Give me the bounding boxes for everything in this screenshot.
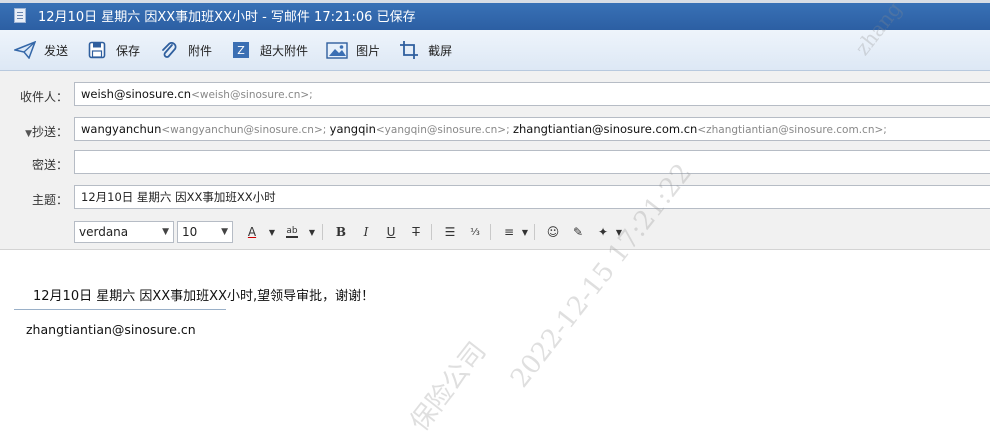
font-size-value: 10: [182, 225, 198, 239]
chevron-down-icon: ▼: [268, 227, 276, 237]
attach-button[interactable]: 附件: [158, 40, 212, 60]
window-title: 12月10日 星期六 因XX事加班XX小时 - 写邮件 17:21:06 已保存: [38, 9, 416, 25]
message-body-text: 12月10日 星期六 因XX事加班XX小时,望领导审批，谢谢！: [33, 289, 375, 304]
cc-label-wrap[interactable]: ▼抄送：: [0, 123, 68, 140]
cc-recipient-name[interactable]: zhangtiantian@sinosure.com.cn: [513, 122, 697, 136]
to-input[interactable]: weish@sinosure.cn<weish@sinosure.cn>;: [74, 82, 990, 106]
chevron-down-icon: ▼: [521, 227, 529, 237]
subject-row: 主题： 12月10日 星期六 因XX事加班XX小时: [0, 185, 990, 211]
magic-wand-icon: ✦: [597, 225, 609, 239]
to-label: 收件人：: [19, 90, 68, 104]
chevron-down-icon: ▼: [162, 227, 169, 237]
cc-recipient-name[interactable]: yangqin: [330, 122, 376, 136]
cc-expand-triangle-icon[interactable]: ▼: [25, 129, 32, 139]
cc-label: 抄送：: [31, 125, 68, 139]
bcc-label: 密送：: [31, 158, 68, 172]
chevron-down-icon: ▼: [615, 227, 623, 237]
svg-text:Z: Z: [237, 44, 245, 57]
numbered-list-button[interactable]: ⅓: [464, 221, 486, 243]
attach-label: 附件: [188, 43, 213, 58]
picture-icon: [326, 40, 348, 60]
highlight-color-button[interactable]: ab: [281, 221, 303, 243]
bcc-row: 密送：: [0, 150, 990, 176]
underline-icon: U: [386, 225, 396, 239]
align-icon: ≡: [503, 225, 515, 239]
format-painter-button[interactable]: ✎: [567, 221, 589, 243]
big-attachment-icon: Z: [230, 40, 252, 60]
bcc-input[interactable]: [74, 150, 990, 174]
cc-recipient-mail: <yangqin@sinosure.cn>;: [375, 124, 513, 136]
message-editor[interactable]: 12月10日 星期六 因XX事加班XX小时,望领导审批，谢谢！ zhangtia…: [0, 250, 990, 407]
big-attach-button[interactable]: Z 超大附件: [230, 40, 308, 60]
font-color-icon: A: [247, 225, 257, 239]
mail-header-fields: 收件人： weish@sinosure.cn<weish@sinosure.cn…: [0, 71, 990, 250]
bold-button[interactable]: B: [330, 221, 352, 243]
compose-toolbar: 发送 保存 附件 Z 超大附件 图片 截屏: [0, 30, 990, 71]
highlight-icon: ab: [286, 226, 298, 238]
font-size-select[interactable]: 10 ▼: [177, 221, 233, 243]
document-icon: [14, 7, 26, 23]
separator: [490, 224, 491, 240]
paper-plane-icon: [14, 40, 36, 60]
underline-button[interactable]: U: [380, 221, 402, 243]
font-family-value: verdana: [79, 225, 129, 239]
smiley-icon: ☺: [546, 225, 560, 239]
strikethrough-icon: T: [412, 225, 420, 239]
brush-icon: ✎: [572, 225, 584, 239]
separator: [534, 224, 535, 240]
align-button[interactable]: ≡: [498, 221, 520, 243]
more-tools-button[interactable]: ✦: [592, 221, 614, 243]
format-toolbar: verdana ▼ 10 ▼ A ▼ ab ▼ B I U T ☰ ⅓ ≡ ▼ ☺ …: [74, 219, 990, 245]
strikethrough-button[interactable]: T: [405, 221, 427, 243]
cc-recipient-mail: <wangyanchun@sinosure.cn>;: [161, 124, 330, 136]
signature-text: zhangtiantian@sinosure.cn: [26, 322, 196, 337]
italic-button[interactable]: I: [355, 221, 377, 243]
separator: [322, 224, 323, 240]
window-titlebar: 12月10日 星期六 因XX事加班XX小时 - 写邮件 17:21:06 已保存: [0, 0, 990, 30]
align-dropdown[interactable]: ▼: [520, 221, 530, 243]
signature-divider: [14, 309, 226, 310]
chevron-down-icon: ▼: [221, 227, 228, 237]
subject-input[interactable]: 12月10日 星期六 因XX事加班XX小时: [74, 185, 990, 209]
bullet-list-button[interactable]: ☰: [439, 221, 461, 243]
to-recipient-name[interactable]: weish@sinosure.cn: [81, 87, 191, 101]
screenshot-label: 截屏: [428, 43, 453, 58]
cc-recipient-mail: <zhangtiantian@sinosure.com.cn>;: [697, 124, 887, 136]
send-label: 发送: [44, 43, 69, 58]
emoji-button[interactable]: ☺: [542, 221, 564, 243]
floppy-disk-icon: [86, 40, 108, 60]
font-family-select[interactable]: verdana ▼: [74, 221, 174, 243]
save-button[interactable]: 保存: [86, 40, 140, 60]
image-button[interactable]: 图片: [326, 40, 380, 60]
send-button[interactable]: 发送: [14, 40, 68, 60]
big-attach-label: 超大附件: [260, 43, 309, 58]
bullet-list-icon: ☰: [444, 225, 456, 239]
bold-icon: B: [335, 225, 347, 239]
subject-label: 主题：: [31, 193, 68, 207]
screenshot-button[interactable]: 截屏: [398, 40, 452, 60]
paperclip-icon: [158, 40, 180, 60]
highlight-color-dropdown[interactable]: ▼: [306, 221, 318, 243]
cc-recipient-name[interactable]: wangyanchun: [81, 122, 161, 136]
to-recipient-mail: <weish@sinosure.cn>;: [191, 89, 313, 101]
more-tools-dropdown[interactable]: ▼: [614, 221, 624, 243]
cc-input[interactable]: wangyanchun<wangyanchun@sinosure.cn>; ya…: [74, 117, 990, 141]
separator: [431, 224, 432, 240]
font-color-button[interactable]: A: [241, 221, 263, 243]
chevron-down-icon: ▼: [308, 227, 316, 237]
save-label: 保存: [116, 43, 141, 58]
title-top-strip: [0, 0, 990, 3]
numbered-list-icon: ⅓: [470, 226, 480, 238]
to-row: 收件人： weish@sinosure.cn<weish@sinosure.cn…: [0, 82, 990, 108]
font-color-dropdown[interactable]: ▼: [266, 221, 278, 243]
image-label: 图片: [356, 43, 381, 58]
cc-row: ▼抄送： wangyanchun<wangyanchun@sinosure.cn…: [0, 117, 990, 143]
crop-icon: [398, 40, 420, 60]
italic-icon: I: [363, 225, 369, 239]
